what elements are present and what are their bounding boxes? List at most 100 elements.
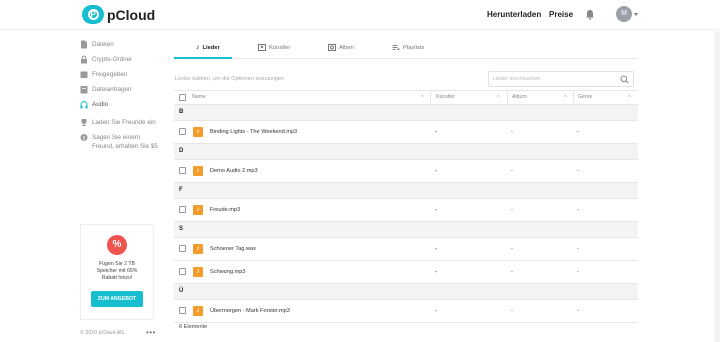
sort-caret-icon[interactable]: ^	[628, 95, 631, 101]
promo-card: % Fügen Sie 2 TB Speicher mit 65% Rabatt…	[80, 224, 154, 320]
song-artist: -	[435, 308, 437, 314]
tab-albums[interactable]: Alben	[328, 44, 354, 51]
song-album: -	[511, 269, 513, 275]
file-icon	[81, 40, 87, 49]
table-body: B ♪ Binding Lights - The Weekend.mp3 - - - D ♪ D…	[174, 105, 638, 323]
song-name[interactable]: Schwung.mp3	[210, 269, 245, 275]
sidebar-item-label: Dateien	[92, 41, 114, 48]
song-album: -	[511, 308, 513, 314]
row-checkbox[interactable]	[179, 206, 186, 213]
page-scrollbar[interactable]	[714, 31, 720, 342]
search-icon[interactable]	[620, 75, 629, 84]
invite-friends-link[interactable]: Laden Sie Freunde ein	[80, 118, 160, 127]
earn-credit-link[interactable]: $ Sagen Sie einem Freund, erhalten Sie $…	[80, 133, 160, 151]
tab-playlists[interactable]: Playlists	[392, 44, 424, 51]
song-genre: -	[577, 129, 579, 135]
table-row[interactable]: ♪ Binding Lights - The Weekend.mp3 - - -	[174, 121, 638, 144]
headphones-icon	[80, 101, 88, 109]
table-row[interactable]: ♪ Freude.mp3 - - -	[174, 199, 638, 222]
active-tab-indicator	[174, 57, 232, 59]
lock-icon	[81, 55, 87, 64]
sort-caret-icon[interactable]: ^	[564, 95, 567, 101]
avatar[interactable]: M	[616, 6, 632, 22]
select-all-checkbox[interactable]	[179, 94, 186, 101]
chevron-down-icon[interactable]	[634, 13, 638, 16]
sidebar-item-label: Audio	[92, 101, 109, 108]
search-input[interactable]: Lieder durchsuchen	[488, 71, 634, 87]
group-header: S	[174, 222, 638, 238]
search-placeholder: Lieder durchsuchen	[493, 76, 541, 82]
cloud-logo-icon: P	[82, 5, 104, 24]
song-artist: -	[435, 207, 437, 213]
table-row[interactable]: ♪ Schoener Tag.wav - - -	[174, 238, 638, 261]
song-artist: -	[435, 246, 437, 252]
share-icon	[80, 71, 88, 78]
group-header: B	[174, 105, 638, 121]
song-genre: -	[577, 246, 579, 252]
bell-icon[interactable]	[585, 9, 595, 20]
song-album: -	[511, 168, 513, 174]
song-name[interactable]: Übermorgen - Mark Forster.mp3	[210, 308, 290, 314]
sort-caret-icon[interactable]: ^	[497, 95, 500, 101]
song-artist: -	[435, 129, 437, 135]
group-letter: S	[179, 226, 184, 232]
table-row[interactable]: ♪ Übermorgen - Mark Forster.mp3 - - -	[174, 300, 638, 323]
percent-badge-icon: %	[107, 235, 127, 255]
sidebar-item-audio[interactable]: Audio	[80, 100, 160, 109]
tab-artists[interactable]: Künstler	[258, 44, 290, 51]
tab-songs[interactable]: ♪ Lieder	[196, 44, 220, 51]
group-header: F	[174, 183, 638, 199]
table-header: Name ^ Künstler ^ Album ^ Genre ^	[174, 90, 638, 105]
logo-text: pCloud	[107, 6, 156, 23]
sort-caret-icon[interactable]: ^	[421, 95, 424, 101]
sidebar-item-files[interactable]: Dateien	[80, 40, 160, 49]
song-genre: -	[577, 269, 579, 275]
prices-link[interactable]: Preise	[549, 10, 573, 19]
row-checkbox[interactable]	[179, 167, 186, 174]
sidebar-item-label: Dateianfragen	[92, 86, 132, 93]
row-checkbox[interactable]	[179, 307, 186, 314]
row-checkbox[interactable]	[179, 268, 186, 275]
sidebar-item-label: Crypto-Ordner	[92, 56, 133, 63]
group-header: D	[174, 144, 638, 160]
file-request-icon	[80, 86, 88, 94]
invite-friends-label: Laden Sie Freunde ein	[92, 119, 156, 126]
trophy-icon	[81, 119, 87, 126]
song-artist: -	[435, 168, 437, 174]
song-name[interactable]: Demo Audio 2.mp3	[210, 168, 258, 174]
song-name[interactable]: Binding Lights - The Weekend.mp3	[210, 129, 297, 135]
download-link[interactable]: Herunterladen	[487, 10, 541, 19]
group-letter: Ü	[179, 288, 184, 294]
table-row[interactable]: ♪ Demo Audio 2.mp3 - - -	[174, 160, 638, 183]
audio-file-icon: ♪	[193, 205, 203, 215]
group-letter: B	[179, 109, 184, 115]
tab-label: Alben	[339, 44, 354, 51]
row-checkbox[interactable]	[179, 245, 186, 252]
table-row[interactable]: ♪ Schwung.mp3 - - -	[174, 261, 638, 284]
song-album: -	[511, 129, 513, 135]
column-genre[interactable]: Genre	[578, 94, 592, 100]
promo-text: Fügen Sie 2 TB Speicher mit 65% Rabatt h…	[96, 261, 138, 281]
more-options-icon[interactable]: •••	[146, 328, 156, 337]
item-count: 6 Elemente	[179, 324, 208, 330]
audio-file-icon: ♪	[193, 127, 203, 137]
sidebar-item-shared[interactable]: Freigegeben	[80, 70, 160, 79]
tab-label: Playlists	[403, 44, 425, 51]
song-name[interactable]: Freude.mp3	[210, 207, 240, 213]
group-letter: D	[179, 148, 184, 154]
song-genre: -	[577, 207, 579, 213]
column-artist[interactable]: Künstler	[436, 94, 455, 100]
promo-offer-button[interactable]: ZUM ANGEBOT	[90, 291, 144, 307]
audio-tabs: ♪ Lieder Künstler Alben Playlists	[174, 40, 638, 59]
row-checkbox[interactable]	[179, 128, 186, 135]
sidebar-item-crypto[interactable]: Crypto-Ordner	[80, 55, 160, 64]
svg-text:$: $	[82, 135, 85, 141]
column-name[interactable]: Name	[192, 94, 206, 100]
column-album[interactable]: Album	[512, 94, 527, 100]
song-album: -	[511, 246, 513, 252]
song-name[interactable]: Schoener Tag.wav	[210, 246, 256, 252]
pcloud-logo[interactable]: P pCloud	[82, 5, 155, 24]
songs-table: Name ^ Künstler ^ Album ^ Genre ^ B ♪ Bind…	[174, 90, 638, 323]
earn-credit-label: Sagen Sie einem Freund, erhalten Sie $5	[92, 134, 158, 150]
sidebar-item-file-requests[interactable]: Dateianfragen	[80, 85, 160, 94]
